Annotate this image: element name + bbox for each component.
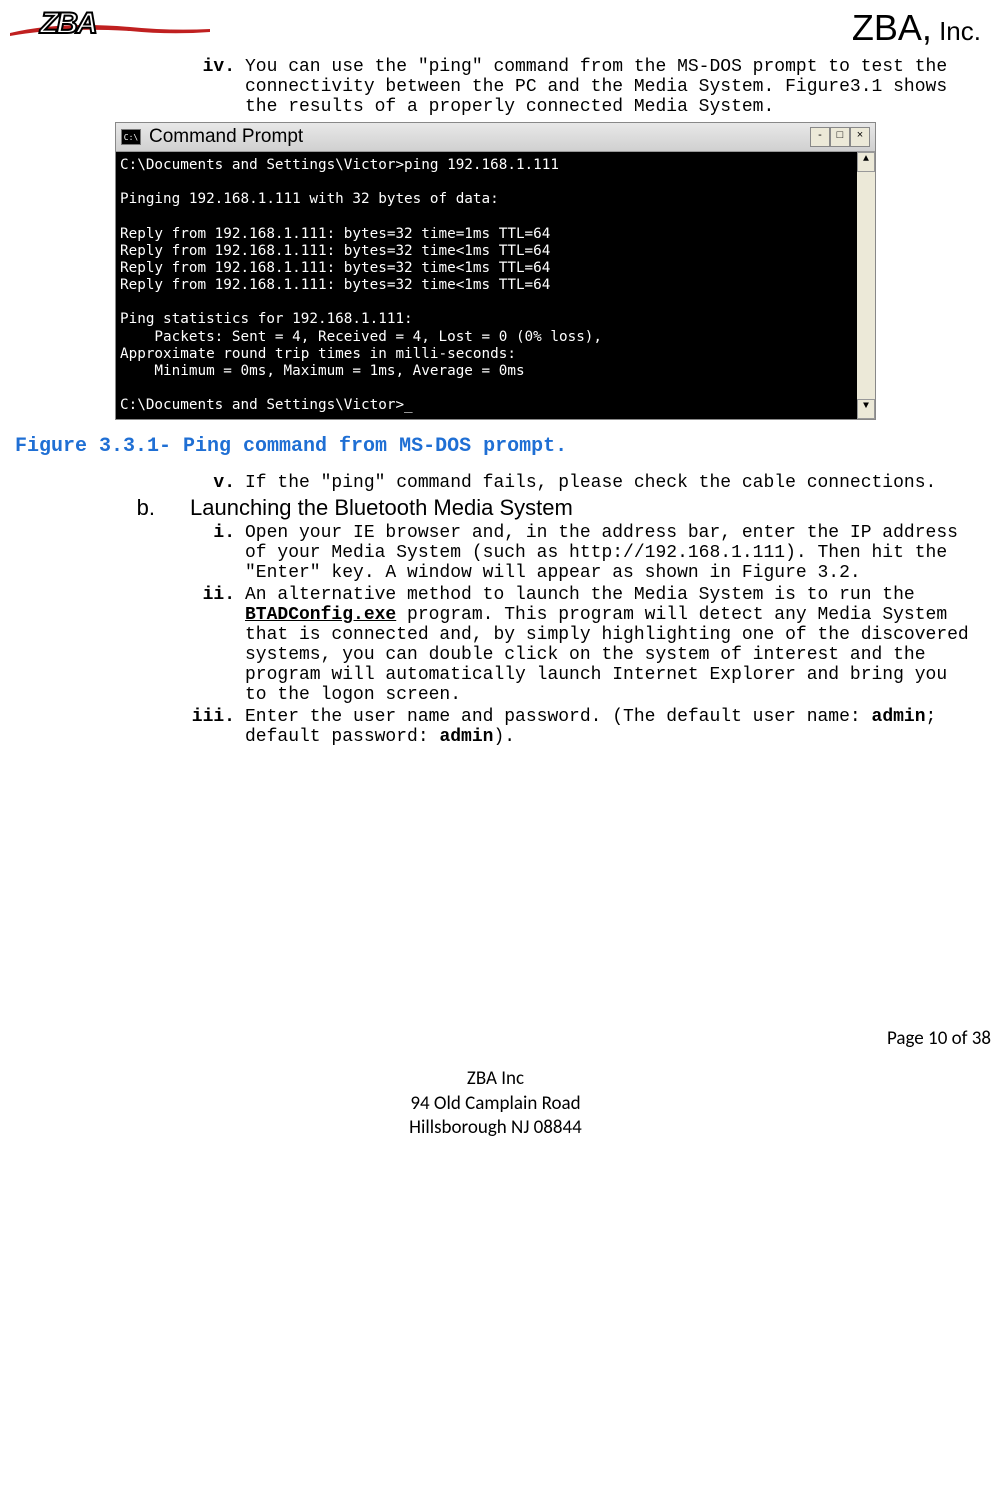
window-buttons: - □ × — [810, 127, 870, 147]
marker: i. — [15, 523, 245, 583]
scroll-up-icon[interactable]: ▲ — [857, 152, 875, 172]
footer-address-2: Hillsborough NJ 08844 — [0, 1116, 991, 1141]
footer-company: ZBA Inc — [0, 1067, 991, 1092]
body: If the "ping" command fails, please chec… — [245, 473, 976, 493]
company-name: ZBA, Inc. — [852, 7, 981, 49]
page-number: Page 10 of 38 — [0, 1027, 991, 1052]
default-password: admin — [439, 727, 493, 747]
scrollbar[interactable]: ▲ ▼ — [857, 152, 875, 419]
marker: b. — [15, 495, 190, 521]
cmd-body: C:\Documents and Settings\Victor>ping 19… — [116, 152, 875, 419]
list-item-iv: iv. You can use the "ping" command from … — [15, 57, 976, 117]
page-footer: Page 10 of 38 ZBA Inc 94 Old Camplain Ro… — [0, 1027, 991, 1151]
cmd-titlebar: C:\ Command Prompt - □ × — [116, 123, 875, 152]
zba-logo: ZBA — [10, 5, 160, 50]
logo-text: ZBA — [40, 7, 96, 41]
marker: iv. — [15, 57, 245, 117]
default-username: admin — [872, 707, 926, 727]
list-item-ii: ii. An alternative method to launch the … — [15, 585, 976, 705]
command-prompt-window: C:\ Command Prompt - □ × C:\Documents an… — [115, 122, 876, 420]
figure-caption: Figure 3.3.1- Ping command from MS-DOS p… — [15, 435, 976, 458]
cmd-title: Command Prompt — [149, 126, 303, 148]
body: Launching the Bluetooth Media System — [190, 495, 976, 521]
page-header: ZBA ZBA, Inc. — [0, 0, 991, 55]
minimize-button[interactable]: - — [810, 127, 830, 147]
scroll-down-icon[interactable]: ▼ — [857, 399, 875, 419]
list-item-b: b. Launching the Bluetooth Media System — [15, 495, 976, 521]
list-item-i: i. Open your IE browser and, in the addr… — [15, 523, 976, 583]
maximize-button[interactable]: □ — [830, 127, 850, 147]
cmd-output: C:\Documents and Settings\Victor>ping 19… — [116, 152, 857, 419]
close-button[interactable]: × — [850, 127, 870, 147]
body: Open your IE browser and, in the address… — [245, 523, 976, 583]
marker: iii. — [15, 707, 245, 747]
footer-address-1: 94 Old Camplain Road — [0, 1092, 991, 1117]
page-content: iv. You can use the "ping" command from … — [0, 57, 991, 747]
body: You can use the "ping" command from the … — [245, 57, 976, 117]
terminal-icon: C:\ — [121, 129, 141, 145]
marker: ii. — [15, 585, 245, 705]
body: Enter the user name and password. (The d… — [245, 707, 976, 747]
program-name: BTADConfig.exe — [245, 605, 396, 625]
marker: v. — [15, 473, 245, 493]
list-item-iii: iii. Enter the user name and password. (… — [15, 707, 976, 747]
list-item-v: v. If the "ping" command fails, please c… — [15, 473, 976, 493]
body: An alternative method to launch the Medi… — [245, 585, 976, 705]
